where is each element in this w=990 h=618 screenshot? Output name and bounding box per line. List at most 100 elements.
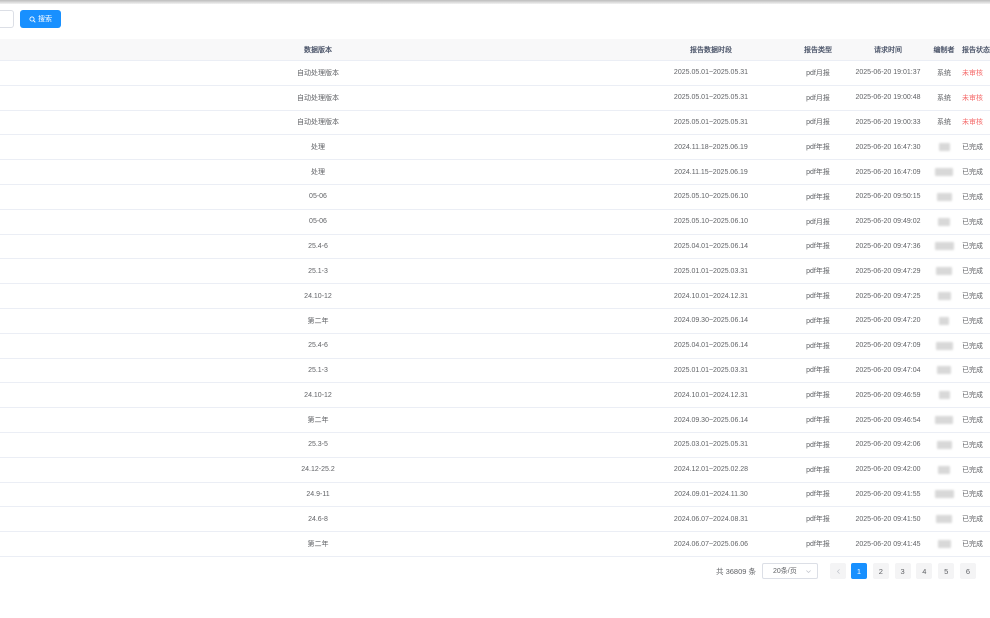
table-row[interactable]: 24.10-12 2024.10.01~2024.12.31 pdf年报 2025-0… bbox=[0, 284, 990, 309]
table-row[interactable]: 24.10-12 2024.10.01~2024.12.31 pdf年报 2025-0… bbox=[0, 383, 990, 409]
page-button-2[interactable]: 2 bbox=[872, 563, 889, 579]
cell-type-text: pdf年报 bbox=[806, 367, 830, 375]
table-row[interactable]: 24.6-8 2024.06.07~2024.08.31 pdf年报 2025-06-… bbox=[0, 507, 990, 533]
header-period[interactable]: 报告数据时段 bbox=[636, 39, 786, 60]
cell-request-time-text: 2025-06-20 19:01:37 bbox=[855, 69, 921, 77]
cell-request-time: 2025-06-20 19:00:48 bbox=[850, 86, 926, 110]
table-row[interactable]: 25.1-3 2025.01.01~2025.03.31 pdf年报 2025-06-… bbox=[0, 259, 990, 285]
table-row[interactable]: 第二年 2024.09.30~2025.06.14 pdf年报 2025-06-20 … bbox=[0, 309, 990, 334]
cell-version-text: 25.3-5 bbox=[308, 441, 328, 449]
table-row[interactable]: 25.4-6 2025.04.01~2025.06.14 pdf年报 2025-06-… bbox=[0, 235, 990, 260]
cell-request-time-text: 2025-06-20 09:47:20 bbox=[855, 317, 921, 325]
cell-period-text: 2024.06.07~2024.08.31 bbox=[673, 515, 749, 523]
page-button-6[interactable]: 6 bbox=[960, 563, 976, 579]
page-button-5[interactable]: 5 bbox=[938, 563, 955, 579]
page-size-select[interactable]: 20条/页 bbox=[762, 563, 818, 579]
page-button-4[interactable]: 4 bbox=[916, 563, 933, 579]
search-toolbar: 搜索 bbox=[0, 10, 990, 28]
redacted-author bbox=[938, 391, 950, 400]
cell-author bbox=[926, 309, 962, 333]
cell-period: 2025.04.01~2025.06.14 bbox=[636, 235, 786, 259]
header-status[interactable]: 报告状态 bbox=[962, 39, 990, 60]
cell-request-time-text: 2025-06-20 19:00:48 bbox=[855, 94, 921, 102]
table-row[interactable]: 25.3-5 2025.03.01~2025.05.31 pdf年报 2025-06-… bbox=[0, 433, 990, 458]
cell-version: 24.6-8 bbox=[0, 507, 636, 531]
page-button-3[interactable]: 3 bbox=[894, 563, 911, 579]
total-count: 共 36809 条 bbox=[716, 566, 757, 576]
cell-period: 2025.01.01~2025.03.31 bbox=[636, 359, 786, 383]
cell-period-text: 2024.10.01~2024.12.31 bbox=[673, 292, 749, 300]
redacted-author bbox=[936, 192, 952, 201]
cell-request-time-text: 2025-06-20 16:47:30 bbox=[855, 143, 921, 151]
cell-type: pdf年报 bbox=[786, 160, 850, 184]
cell-period: 2025.05.01~2025.05.31 bbox=[636, 61, 786, 85]
cell-type-text: pdf年报 bbox=[806, 516, 830, 524]
cell-period: 2024.06.07~2024.08.31 bbox=[636, 507, 786, 531]
cell-author bbox=[926, 135, 962, 159]
redacted-author bbox=[938, 217, 950, 226]
header-type[interactable]: 报告类型 bbox=[786, 39, 850, 60]
cell-period: 2025.05.10~2025.06.10 bbox=[636, 210, 786, 234]
table-row[interactable]: 自动处理版本 2025.05.01~2025.05.31 pdf月报 2025-06-… bbox=[0, 86, 990, 111]
cell-type: pdf月报 bbox=[786, 210, 850, 234]
header-author[interactable]: 编制者 bbox=[926, 39, 962, 60]
cell-type-text: pdf年报 bbox=[806, 268, 830, 276]
table-row[interactable]: 25.4-6 2025.04.01~2025.06.14 pdf年报 2025-06-… bbox=[0, 334, 990, 359]
cell-version-text: 25.1-3 bbox=[308, 267, 328, 275]
table-row[interactable]: 05-06 2025.05.10~2025.06.10 pdf月报 2025-06-2… bbox=[0, 210, 990, 235]
redacted-author bbox=[937, 292, 951, 301]
cell-type: pdf年报 bbox=[786, 408, 850, 432]
cell-period-text: 2024.11.18~2025.06.19 bbox=[674, 143, 748, 151]
table-row[interactable]: 自动处理版本 2025.05.01~2025.05.31 pdf月报 2025-06-… bbox=[0, 61, 990, 86]
cell-type: pdf年报 bbox=[786, 433, 850, 457]
cell-period-text: 2024.10.01~2024.12.31 bbox=[673, 391, 749, 399]
cell-type: pdf年报 bbox=[786, 309, 850, 333]
cell-period-text: 2024.09.30~2025.06.14 bbox=[673, 317, 749, 325]
cell-status-text: 已完成 bbox=[962, 169, 983, 177]
table-row[interactable]: 05-06 2025.05.10~2025.06.10 pdf年报 2025-06-2… bbox=[0, 185, 990, 210]
cell-period-text: 2025.05.01~2025.05.31 bbox=[673, 118, 749, 126]
cell-status-text: 未审核 bbox=[962, 94, 983, 102]
cell-request-time: 2025-06-20 09:47:36 bbox=[850, 235, 926, 259]
cell-request-time-text: 2025-06-20 09:47:09 bbox=[855, 342, 921, 350]
cell-request-time: 2025-06-20 16:47:09 bbox=[850, 160, 926, 184]
redacted-author bbox=[934, 490, 954, 499]
cell-author: 系统 bbox=[926, 111, 962, 135]
redacted-author bbox=[935, 416, 953, 425]
header-version[interactable]: 数据版本 bbox=[0, 39, 636, 60]
window-top-edge bbox=[0, 0, 990, 4]
report-table: 数据版本 报告数据时段 报告类型 请求时间 编制者 报告状态 自动处理版本 202… bbox=[0, 39, 990, 557]
cell-version: 24.12-25.2 bbox=[0, 458, 636, 482]
table-row[interactable]: 处理 2024.11.18~2025.06.19 pdf年报 2025-06-20 1… bbox=[0, 135, 990, 161]
table-row[interactable]: 第二年 2024.09.30~2025.06.14 pdf年报 2025-06-20 … bbox=[0, 408, 990, 433]
page-button-1[interactable]: 1 bbox=[851, 563, 867, 579]
cell-author bbox=[926, 259, 962, 283]
cell-type-text: pdf年报 bbox=[806, 293, 830, 301]
cell-version-text: 自动处理版本 bbox=[297, 94, 339, 102]
cell-version-text: 第二年 bbox=[307, 417, 329, 425]
header-request-time[interactable]: 请求时间 bbox=[850, 39, 926, 60]
cell-version-text: 第二年 bbox=[307, 317, 329, 325]
cell-request-time: 2025-06-20 09:47:20 bbox=[850, 309, 926, 333]
table-row[interactable]: 自动处理版本 2025.05.01~2025.05.31 pdf月报 2025-06-… bbox=[0, 111, 990, 136]
cell-period: 2025.03.01~2025.05.31 bbox=[636, 433, 786, 457]
cell-period-text: 2025.04.01~2025.06.14 bbox=[673, 342, 749, 350]
cell-author-text: 系统 bbox=[937, 94, 951, 102]
search-button[interactable]: 搜索 bbox=[20, 10, 61, 28]
cell-period: 2025.01.01~2025.03.31 bbox=[636, 259, 786, 283]
cell-status: 已完成 bbox=[962, 532, 990, 556]
cell-request-time: 2025-06-20 09:41:55 bbox=[850, 483, 926, 507]
cell-status: 已完成 bbox=[962, 334, 990, 358]
table-row[interactable]: 处理 2024.11.15~2025.06.19 pdf年报 2025-06-20 1… bbox=[0, 160, 990, 185]
cell-request-time: 2025-06-20 19:00:33 bbox=[850, 111, 926, 135]
cell-request-time-text: 2025-06-20 09:41:45 bbox=[855, 540, 921, 548]
table-row[interactable]: 24.9-11 2024.09.01~2024.11.30 pdf年报 2025-06… bbox=[0, 483, 990, 508]
table-row[interactable]: 第二年 2024.06.07~2025.06.06 pdf年报 2025-06-20 … bbox=[0, 532, 990, 557]
cell-version: 24.9-11 bbox=[0, 483, 636, 507]
table-row[interactable]: 25.1-3 2025.01.01~2025.03.31 pdf年报 2025-06-… bbox=[0, 359, 990, 384]
prev-page-button[interactable] bbox=[830, 563, 846, 579]
cell-version-text: 24.6-8 bbox=[308, 515, 328, 523]
cell-period: 2025.04.01~2025.06.14 bbox=[636, 334, 786, 358]
search-input[interactable] bbox=[0, 10, 14, 28]
table-row[interactable]: 24.12-25.2 2024.12.01~2025.02.28 pdf年报 2025… bbox=[0, 458, 990, 483]
